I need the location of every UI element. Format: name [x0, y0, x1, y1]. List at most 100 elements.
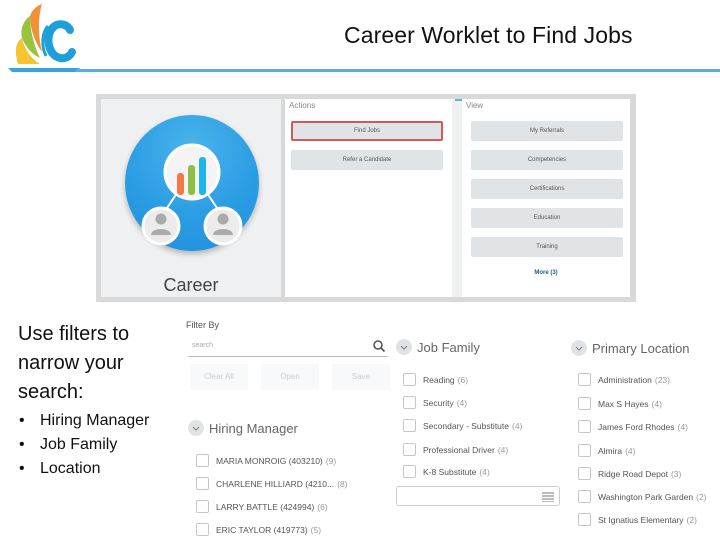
option-count: (2): [686, 514, 697, 525]
checkbox[interactable]: [578, 397, 591, 410]
option-label: Professional Driver: [423, 444, 495, 455]
job-family-prompt-input[interactable]: [396, 486, 560, 506]
hiring-manager-title: Hiring Manager: [209, 420, 298, 436]
checkbox[interactable]: [403, 373, 416, 386]
job-family-option[interactable]: Security (4): [403, 396, 467, 409]
primary-location-option[interactable]: Max S Hayes (4): [578, 397, 662, 410]
hiring-manager-option[interactable]: CHARLENE HILLIARD (4210... (8): [196, 477, 348, 490]
option-count: (2): [696, 491, 707, 502]
open-button[interactable]: Open: [261, 364, 319, 390]
checkbox[interactable]: [578, 513, 591, 526]
column-separator: [452, 99, 462, 297]
primary-location-option[interactable]: Almira (4): [578, 444, 635, 457]
option-count: (4): [497, 444, 509, 455]
filter-search-input[interactable]: search: [188, 337, 388, 357]
primary-location-group-toggle[interactable]: Primary Location: [571, 340, 690, 356]
option-count: (6): [457, 374, 469, 385]
checkbox[interactable]: [403, 396, 416, 409]
option-label: Secondary - Substitute: [423, 420, 509, 431]
bullet-text: Location: [40, 460, 101, 477]
hiring-manager-option[interactable]: MARIA MONROIG (403210) (9): [196, 454, 336, 467]
filter-bullet-list: • Hiring Manager • Job Family • Location: [18, 409, 178, 481]
job-family-option[interactable]: Secondary - Substitute (4): [403, 419, 522, 432]
job-family-option[interactable]: K-8 Substitute (4): [403, 465, 490, 478]
job-family-title: Job Family: [417, 339, 480, 355]
career-worklet-label: Career: [163, 275, 219, 295]
view-column: View My Referrals Competencies Certifica…: [462, 99, 630, 297]
filter-by-heading: Filter By: [186, 320, 220, 330]
option-label: LARRY BATTLE (424994): [216, 501, 315, 512]
chevron-down-icon: [396, 339, 412, 355]
option-label: Almira: [598, 445, 623, 456]
education-button[interactable]: Education: [471, 208, 623, 228]
primary-location-option[interactable]: Ridge Road Depot (3): [578, 467, 681, 480]
refer-a-candidate-button[interactable]: Refer a Candidate: [291, 150, 443, 170]
option-label: K-8 Substitute: [423, 466, 477, 477]
clear-all-button[interactable]: Clear All: [190, 364, 248, 390]
my-referrals-button[interactable]: My Referrals: [471, 121, 623, 141]
option-count: (4): [651, 398, 662, 409]
checkbox[interactable]: [578, 373, 591, 386]
option-count: (4): [512, 420, 523, 431]
career-worklet-tile[interactable]: Career: [101, 99, 281, 297]
district-logo: [4, 2, 84, 76]
primary-location-option[interactable]: Washington Park Garden (2): [578, 490, 707, 503]
option-label: Administration: [598, 374, 652, 385]
option-label: Reading: [423, 374, 455, 385]
primary-location-title: Primary Location: [592, 340, 690, 356]
option-count: (5): [310, 524, 322, 535]
search-icon[interactable]: [372, 339, 386, 353]
bullet-item: • Location: [18, 457, 178, 481]
option-count: (23): [654, 374, 670, 385]
training-button[interactable]: Training: [471, 237, 623, 257]
option-label: Washington Park Garden: [598, 491, 694, 502]
bullet-item: • Job Family: [18, 433, 178, 457]
checkbox[interactable]: [196, 477, 209, 490]
bullet-item: • Hiring Manager: [18, 409, 178, 433]
instructions-line: narrow your: [18, 352, 124, 374]
checkbox[interactable]: [578, 467, 591, 480]
career-worklet-icon-circle: [125, 115, 259, 251]
primary-location-option[interactable]: St Ignatius Elementary (2): [578, 513, 697, 526]
save-button[interactable]: Save: [332, 364, 390, 390]
list-icon[interactable]: [542, 492, 554, 502]
job-family-group-toggle[interactable]: Job Family: [396, 339, 480, 355]
job-family-option[interactable]: Professional Driver (4): [403, 443, 508, 456]
bullet-icon: •: [19, 460, 25, 477]
hiring-manager-group-toggle[interactable]: Hiring Manager: [188, 420, 298, 436]
find-jobs-button[interactable]: Find Jobs: [291, 121, 443, 141]
header-divider: [76, 69, 720, 72]
hiring-manager-option[interactable]: LARRY BATTLE (424994) (6): [196, 500, 328, 513]
option-count: (4): [625, 445, 636, 456]
checkbox[interactable]: [578, 444, 591, 457]
primary-location-option[interactable]: James Ford Rhodes (4): [578, 420, 688, 433]
checkbox[interactable]: [196, 523, 209, 536]
option-count: (4): [456, 397, 468, 408]
primary-location-option[interactable]: Administration (23): [578, 373, 670, 386]
career-org-chart-icon: [141, 143, 243, 246]
option-label: Max S Hayes: [598, 398, 649, 409]
checkbox[interactable]: [578, 490, 591, 503]
district-logo-icon: [8, 4, 80, 72]
checkbox[interactable]: [403, 419, 416, 432]
more-link[interactable]: More (3): [462, 270, 630, 276]
option-count: (8): [337, 478, 348, 489]
competencies-button[interactable]: Competencies: [471, 150, 623, 170]
checkbox[interactable]: [578, 420, 591, 433]
option-count: (9): [325, 455, 337, 466]
instructions: Use filters to narrow your search: • Hiri…: [18, 320, 178, 481]
checkbox[interactable]: [403, 443, 416, 456]
page-title: Career Worklet to Find Jobs: [344, 22, 633, 48]
instructions-line: Use filters to: [18, 323, 130, 345]
checkbox[interactable]: [196, 454, 209, 467]
checkbox[interactable]: [196, 500, 209, 513]
job-family-option[interactable]: Reading (6): [403, 373, 468, 386]
option-count: (4): [479, 466, 490, 477]
option-label: ERIC TAYLOR (419773): [216, 524, 308, 535]
certifications-button[interactable]: Certifications: [471, 179, 623, 199]
hiring-manager-option[interactable]: ERIC TAYLOR (419773) (5): [196, 523, 321, 536]
view-heading: View: [466, 101, 484, 110]
actions-column: Actions Find Jobs Refer a Candidate: [285, 99, 452, 297]
checkbox[interactable]: [403, 465, 416, 478]
bullet-text: Job Family: [40, 436, 118, 453]
